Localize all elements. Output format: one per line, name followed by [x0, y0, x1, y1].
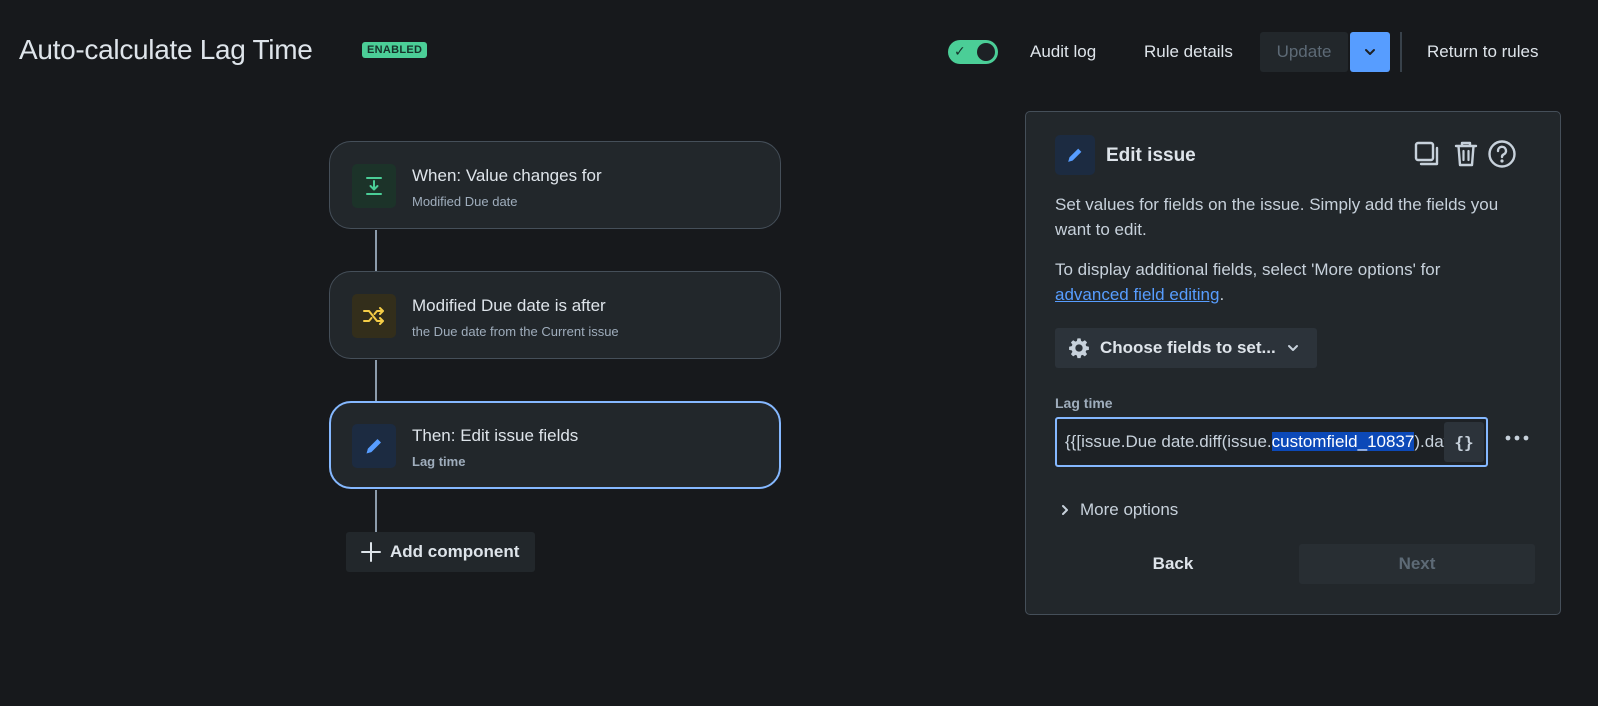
condition-subtitle: the Due date from the Current issue	[412, 324, 619, 339]
next-button[interactable]: Next	[1299, 544, 1535, 584]
question-icon	[1488, 140, 1516, 168]
trigger-icon-box	[352, 164, 396, 208]
help-button[interactable]	[1486, 138, 1518, 170]
flow-connector	[375, 360, 377, 402]
return-to-rules-button[interactable]: Return to rules	[1427, 40, 1539, 64]
page-title: Auto-calculate Lag Time	[19, 34, 313, 65]
plus-icon	[361, 542, 381, 562]
advanced-field-editing-link[interactable]: advanced field editing	[1055, 285, 1219, 304]
condition-title: Modified Due date is after	[412, 296, 606, 315]
trigger-title: When: Value changes for	[412, 166, 602, 185]
more-actions-button[interactable]	[1501, 422, 1533, 454]
choose-fields-button[interactable]: Choose fields to set...	[1055, 328, 1317, 368]
header-divider	[1400, 32, 1402, 72]
add-component-label: Add component	[390, 542, 520, 561]
toggle-knob	[977, 43, 995, 61]
rule-details-button[interactable]: Rule details	[1144, 40, 1233, 64]
more-options-toggle[interactable]: More options	[1060, 500, 1178, 520]
chevron-right-icon	[1062, 505, 1068, 515]
shuffle-icon	[363, 307, 384, 325]
edit-issue-panel: Edit issue Set values for fields on the …	[1025, 111, 1561, 615]
condition-card[interactable]: Modified Due date is after the Due date …	[329, 271, 781, 359]
advanced-suffix: .	[1219, 285, 1225, 304]
lag-time-label: Lag time	[1055, 395, 1113, 411]
pencil-icon	[1068, 148, 1082, 162]
action-title: Then: Edit issue fields	[412, 426, 579, 445]
action-subtitle: Lag time	[412, 454, 466, 469]
update-button[interactable]: Update	[1260, 32, 1348, 72]
delete-button[interactable]	[1450, 138, 1482, 170]
download-arrow-icon	[366, 177, 382, 195]
condition-icon-box	[352, 294, 396, 338]
copy-icon	[1414, 141, 1439, 166]
value-selection: customfield_10837	[1271, 432, 1415, 451]
enable-toggle[interactable]: ✓	[948, 40, 998, 64]
choose-fields-label: Choose fields to set...	[1100, 338, 1276, 357]
more-options-label: More options	[1080, 500, 1179, 519]
ellipsis-icon	[1505, 435, 1529, 441]
panel-description-advanced: To display additional fields, select 'Mo…	[1055, 257, 1535, 307]
back-button[interactable]: Back	[1129, 544, 1217, 584]
audit-log-button[interactable]: Audit log	[1030, 40, 1096, 64]
panel-description: Set values for fields on the issue. Simp…	[1055, 195, 1499, 239]
lag-time-value: {{[issue.Due date.diff(issue.customfield…	[1065, 432, 1461, 452]
smart-value-button[interactable]: {}	[1444, 422, 1484, 462]
flow-connector	[375, 230, 377, 272]
panel-icon-box	[1055, 135, 1095, 175]
chevron-down-icon	[1365, 49, 1375, 55]
trash-icon	[1454, 141, 1478, 167]
value-before: {{[issue.Due date.diff(issue.	[1065, 432, 1272, 451]
action-icon-box	[352, 424, 396, 468]
lag-time-input[interactable]: {{[issue.Due date.diff(issue.customfield…	[1055, 417, 1488, 467]
trigger-card[interactable]: When: Value changes for Modified Due dat…	[329, 141, 781, 229]
trigger-subtitle: Modified Due date	[412, 194, 518, 209]
copy-button[interactable]	[1411, 138, 1443, 170]
update-dropdown-button[interactable]	[1350, 32, 1390, 72]
status-badge: ENABLED	[362, 42, 428, 58]
action-card[interactable]: Then: Edit issue fields Lag time	[329, 401, 781, 489]
add-component-button[interactable]: Add component	[346, 532, 535, 572]
check-icon: ✓	[954, 43, 966, 59]
chevron-down-icon	[1287, 345, 1298, 351]
gear-icon	[1069, 338, 1089, 359]
pencil-icon	[366, 439, 381, 454]
flow-connector	[375, 490, 377, 532]
advanced-prefix: To display additional fields, select 'Mo…	[1055, 260, 1441, 279]
panel-title: Edit issue	[1106, 145, 1196, 166]
